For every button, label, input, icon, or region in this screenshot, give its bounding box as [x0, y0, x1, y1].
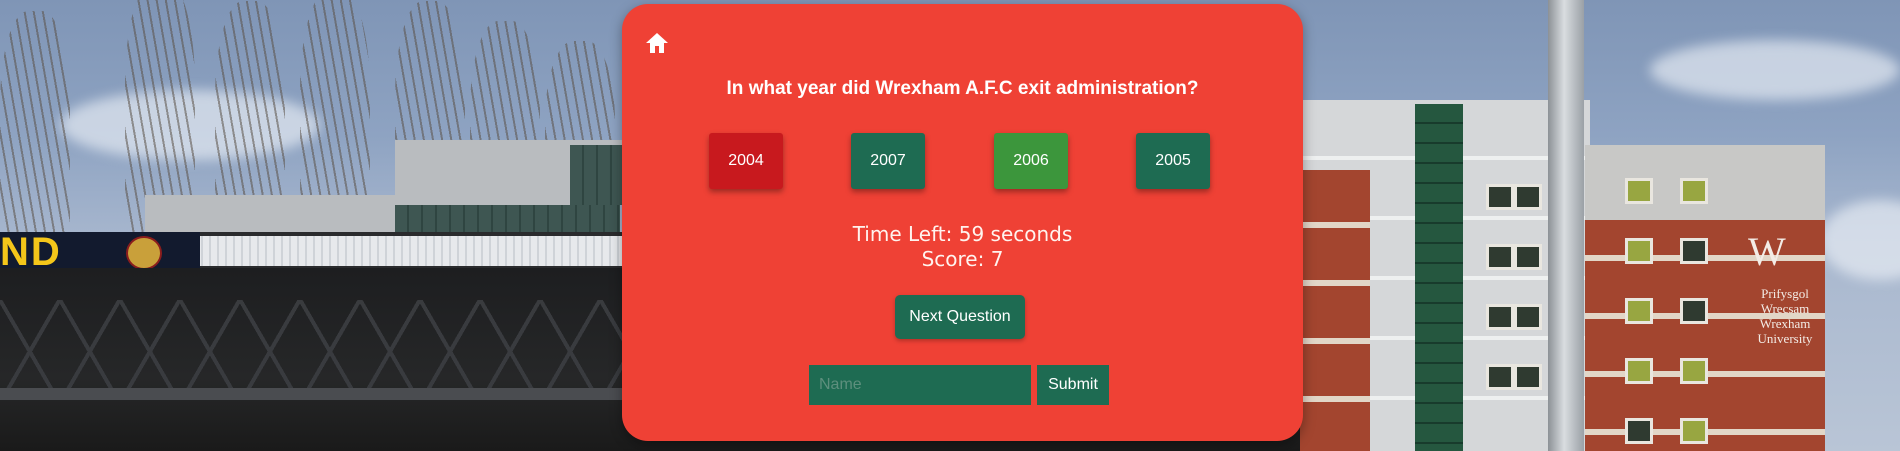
- university-logo-letter: W: [1748, 229, 1786, 274]
- time-left: Time Left: 59 seconds: [852, 222, 1073, 246]
- home-icon[interactable]: [644, 30, 670, 56]
- question-text: In what year did Wrexham A.F.C exit admi…: [726, 78, 1199, 99]
- answer-button-2007[interactable]: 2007: [851, 133, 925, 189]
- answer-button-2004[interactable]: 2004: [709, 133, 783, 189]
- quiz-card: In what year did Wrexham A.F.C exit admi…: [622, 4, 1303, 441]
- university-logo-text: Prifysgol Wrecsam Wrexham University: [1757, 286, 1813, 346]
- next-question-button[interactable]: Next Question: [895, 295, 1025, 339]
- answer-button-2005[interactable]: 2005: [1136, 133, 1210, 189]
- stand-signage: ND: [0, 230, 62, 274]
- answer-button-2006[interactable]: 2006: [994, 133, 1068, 189]
- submit-button[interactable]: Submit: [1037, 365, 1109, 405]
- club-crest: [126, 236, 162, 270]
- score: Score: 7: [921, 247, 1004, 271]
- name-input[interactable]: [809, 365, 1031, 405]
